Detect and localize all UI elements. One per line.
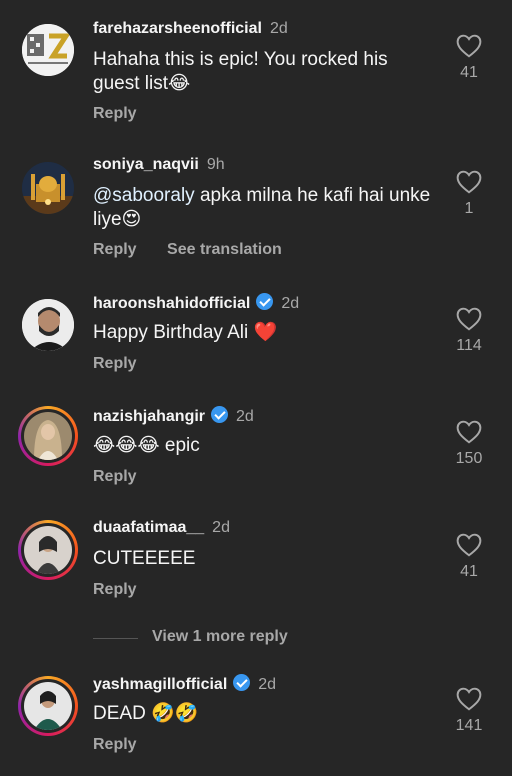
divider-line — [93, 638, 138, 639]
comment-username[interactable]: duaafatimaa__ 2d — [93, 519, 230, 537]
comment-text: 😂😂😂 epic — [93, 435, 200, 456]
like-count: 41 — [460, 64, 478, 81]
comment-username[interactable]: yashmagillofficial 2d — [93, 674, 276, 694]
comment-age: 2d — [281, 295, 300, 312]
comment-actions: Reply — [93, 355, 157, 373]
view-more-replies-button[interactable]: View 1 more reply — [152, 628, 288, 646]
comment-username[interactable]: haroonshahidofficial 2d — [93, 293, 299, 313]
reply-button[interactable]: Reply — [93, 468, 137, 485]
see-translation-button[interactable]: See translation — [167, 241, 282, 258]
avatar-person-image — [24, 526, 72, 574]
comment-actions: Reply — [93, 105, 157, 123]
comment-username[interactable]: farehazarsheenofficial 2d — [93, 20, 288, 38]
comment-age: 2d — [236, 408, 254, 425]
heart-icon[interactable] — [456, 170, 482, 194]
avatar — [24, 526, 72, 574]
heart-icon[interactable] — [456, 533, 482, 557]
like-count: 150 — [455, 450, 483, 467]
like-count: 114 — [456, 337, 482, 354]
reply-button[interactable]: Reply — [93, 355, 137, 372]
comment-text: DEAD 🤣🤣 — [93, 703, 199, 724]
reply-button[interactable]: Reply — [93, 581, 137, 598]
comment-text: CUTEEEEE — [93, 548, 196, 569]
avatar-logo-image — [22, 24, 74, 76]
username-text[interactable]: soniya_naqvii — [93, 156, 199, 173]
comment-age: 9h — [206, 156, 225, 173]
reply-button[interactable]: Reply — [93, 105, 137, 122]
avatar-story-ring[interactable] — [18, 520, 78, 580]
verified-badge-icon — [211, 406, 229, 423]
reply-button[interactable]: Reply — [93, 241, 137, 258]
comment-actions: Reply — [93, 581, 157, 599]
avatar-person-image — [24, 682, 72, 730]
comment-username[interactable]: soniya_naqvii 9h — [93, 156, 225, 174]
avatar[interactable] — [22, 299, 74, 351]
comment-actions: Reply — [93, 468, 157, 486]
avatar — [24, 682, 72, 730]
avatar — [24, 412, 72, 460]
mention-link[interactable]: @sabooraly — [93, 185, 195, 206]
avatar-person-image — [22, 299, 74, 351]
like-control[interactable]: 41 — [448, 533, 490, 581]
like-count: 1 — [464, 200, 474, 217]
comment-text: @sabooraly apka milna he kafi hai unke l… — [93, 184, 433, 232]
comment-username[interactable]: nazishjahangir 2d — [93, 406, 254, 426]
like-control[interactable]: 1 — [448, 170, 490, 218]
comment-actions: Reply See translation — [93, 241, 302, 259]
heart-icon[interactable] — [456, 307, 482, 331]
avatar-story-ring[interactable] — [18, 676, 78, 736]
avatar-story-ring[interactable] — [18, 406, 78, 466]
heart-icon[interactable] — [456, 34, 482, 58]
username-text[interactable]: yashmagillofficial — [93, 676, 227, 693]
avatar[interactable] — [22, 162, 74, 214]
comment-age: 2d — [269, 20, 288, 37]
avatar-person-image — [24, 412, 72, 460]
verified-badge-icon — [233, 674, 251, 691]
reply-button[interactable]: Reply — [93, 736, 137, 753]
like-control[interactable]: 41 — [448, 34, 490, 82]
username-text[interactable]: nazishjahangir — [93, 408, 205, 425]
heart-icon[interactable] — [456, 420, 482, 444]
comment-text: Happy Birthday Ali ❤️ — [93, 322, 278, 343]
comment-age: 2d — [212, 519, 230, 536]
comment-age: 2d — [258, 676, 277, 693]
verified-badge-icon — [256, 293, 274, 310]
avatar[interactable] — [22, 24, 74, 76]
like-count: 41 — [460, 563, 478, 580]
like-count: 141 — [455, 717, 483, 734]
heart-icon[interactable] — [456, 687, 482, 711]
like-control[interactable]: 150 — [448, 420, 490, 468]
comment-actions: Reply — [93, 736, 157, 754]
username-text[interactable]: farehazarsheenofficial — [93, 20, 262, 37]
like-control[interactable]: 141 — [448, 687, 490, 735]
like-control[interactable]: 114 — [448, 307, 490, 355]
username-text[interactable]: duaafatimaa__ — [93, 519, 204, 536]
comment-text: Hahaha this is epic! You rocked his gues… — [93, 49, 388, 94]
username-text[interactable]: haroonshahidofficial — [93, 295, 250, 312]
avatar-shrine-image — [22, 162, 74, 214]
